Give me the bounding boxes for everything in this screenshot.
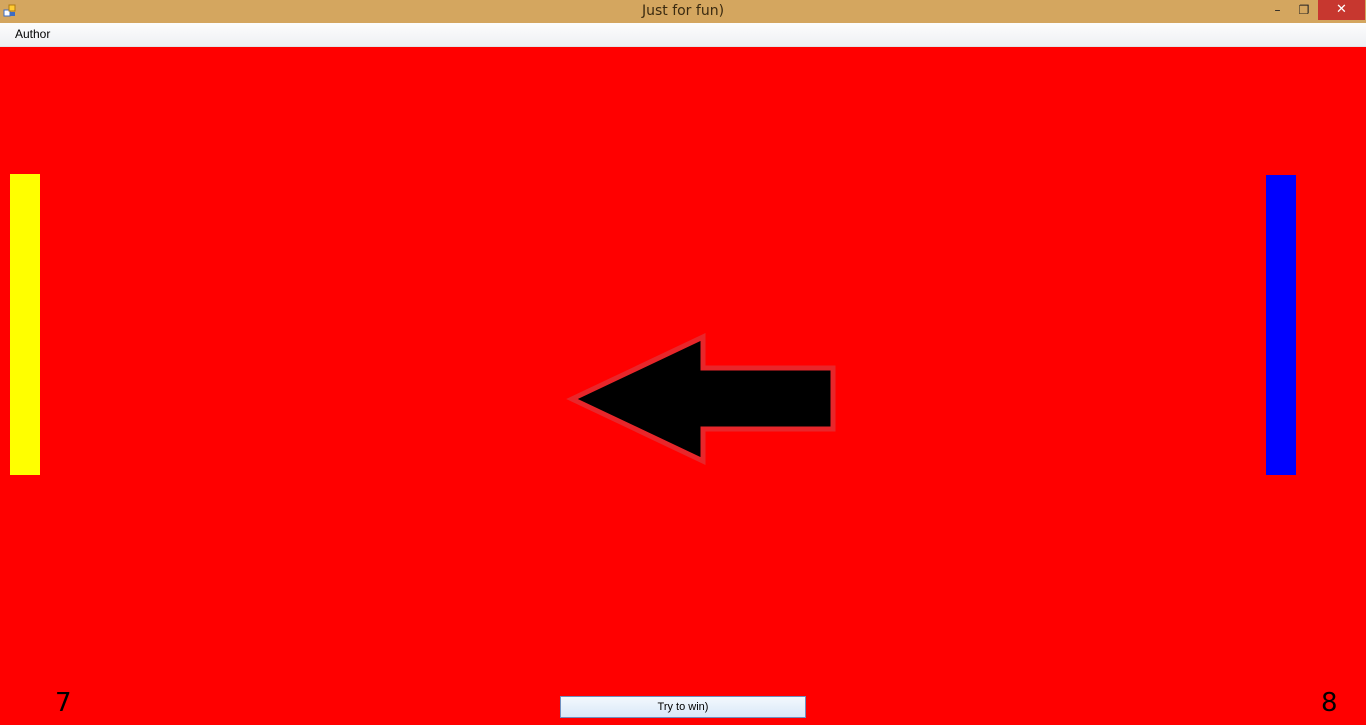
game-area [0,47,1366,725]
maximize-button[interactable]: ❐ [1291,0,1317,20]
right-score: 8 [1321,688,1338,718]
title-bar: Just for fun) – ❐ ✕ [0,0,1366,23]
right-paddle [1266,175,1296,475]
app-icon [3,4,16,17]
window-title: Just for fun) [641,3,725,19]
app-window: Just for fun) – ❐ ✕ Author 7 8 Try to wi… [0,0,1366,725]
minimize-button[interactable]: – [1264,0,1291,20]
left-paddle [10,174,40,475]
left-score: 7 [55,688,72,718]
menu-bar: Author [0,23,1366,47]
try-to-win-button[interactable]: Try to win) [560,696,806,718]
arrow-left-icon [566,333,836,465]
menu-item-author[interactable]: Author [8,23,57,46]
close-button[interactable]: ✕ [1318,0,1365,20]
